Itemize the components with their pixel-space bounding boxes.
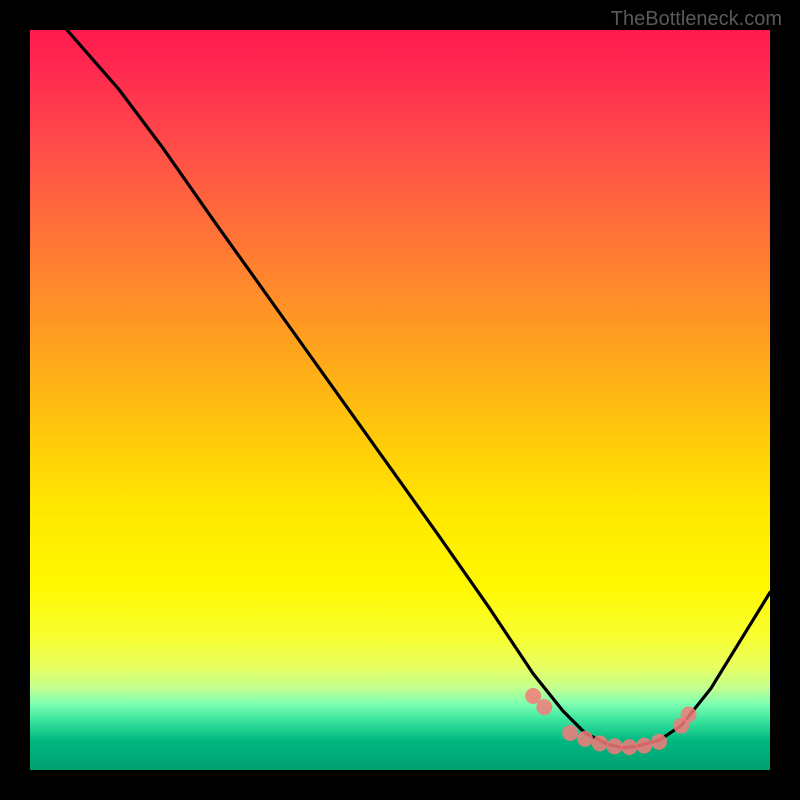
marker-dot [562, 725, 578, 741]
marker-dot [621, 739, 637, 755]
marker-dot [636, 738, 652, 754]
marker-dot [681, 707, 697, 723]
marker-dot [577, 731, 593, 747]
marker-dot [536, 699, 552, 715]
curve-line [67, 30, 770, 748]
marker-dot [607, 738, 623, 754]
marker-dot [651, 734, 667, 750]
chart-svg [30, 30, 770, 770]
watermark-text: TheBottleneck.com [611, 8, 782, 31]
marker-dot [592, 735, 608, 751]
plot-area [30, 30, 770, 770]
